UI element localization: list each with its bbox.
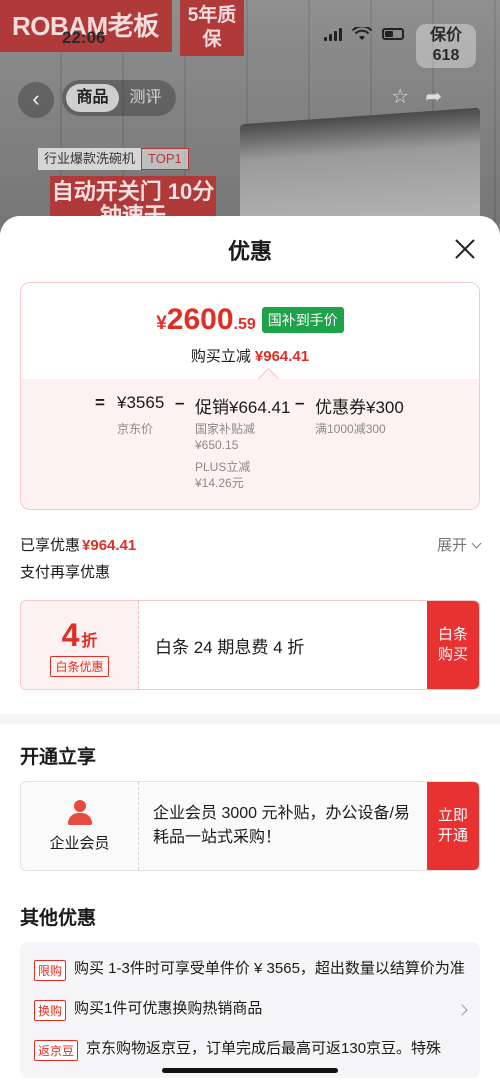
final-price-integer: 2600 (166, 303, 234, 336)
exchange-text: 购买1件可优惠换购热销商品 (74, 1000, 263, 1017)
baitiao-discount-number: 4 (61, 617, 80, 653)
pay-discount-title: 支付再享优惠 (0, 562, 500, 592)
other-discount-section: 其他优惠 限购 购买 1-3件时可享受单件价 ¥ 3565，超出数量以结算价为准… (0, 893, 500, 1083)
hot-tag: 行业爆款洗碗机 TOP1 (38, 148, 189, 170)
baitiao-description: 白条 24 期息费 4 折 (155, 637, 305, 657)
close-icon[interactable] (454, 238, 476, 260)
enterprise-vip-box: 企业会员 (21, 782, 139, 870)
status-time: 22:06 (62, 28, 106, 47)
final-price: ¥2600.59 (156, 303, 256, 337)
enterprise-vip-label: 企业会员 (49, 834, 110, 852)
plus-discount-value: ¥14.26元 (195, 476, 244, 490)
share-icon[interactable]: ➦ (425, 84, 442, 109)
other-discount-title: 其他优惠 (20, 908, 97, 929)
currency-symbol: ¥ (156, 313, 167, 334)
baitiao-discount: 4折 (21, 617, 138, 654)
list-item[interactable]: 换购 购买1件可优惠换购热销商品 (34, 990, 468, 1030)
section-divider (0, 714, 500, 724)
minus-sign: – (175, 393, 185, 412)
product-tabs: 商品 测评 (62, 80, 176, 116)
expand-label: 展开 (436, 536, 467, 554)
subsidy-badge: 国补到手价 (261, 307, 344, 333)
price-protect-label: 保价 (429, 27, 462, 44)
sheet-header: 优惠 (0, 216, 500, 282)
enterprise-vip-description: 企业会员 3000 元补贴，办公设备/易耗品一站式采购！ (153, 805, 410, 846)
jingdou-text: 京东购物返京豆，订单完成后最高可返130京豆。特殊 (86, 1040, 442, 1057)
enjoyed-label: 已享优惠 (20, 536, 81, 554)
baitiao-buy-button[interactable]: 白条购买 (427, 601, 479, 689)
hot-tag-label: 行业爆款洗碗机 (38, 148, 142, 170)
chevron-right-icon (456, 1004, 468, 1016)
open-now-button[interactable]: 立即开通 (427, 782, 479, 870)
limit-tag: 限购 (34, 960, 67, 981)
sheet-title: 优惠 (227, 239, 272, 264)
tab-product[interactable]: 商品 (66, 84, 119, 112)
chevron-down-icon (471, 538, 482, 548)
open-benefit-section: 开通立享 企业会员 企业会员 3000 元补贴，办公设备/易耗品一站式采购！ 立… (0, 724, 500, 893)
status-icons (324, 27, 404, 41)
final-price-line: ¥2600.59 国补到手价 (21, 303, 479, 337)
person-icon (67, 799, 93, 826)
final-price-area: ¥2600.59 国补到手价 购买立减 ¥964.41 (21, 283, 479, 379)
wifi-icon (352, 27, 372, 40)
jd-price: ¥3565 (117, 393, 165, 412)
baitiao-card[interactable]: 4折 白条优惠 白条 24 期息费 4 折 白条购买 (20, 600, 480, 690)
baitiao-tag: 白条优惠 (50, 656, 109, 677)
plus-discount-label: PLUS立减 (195, 460, 251, 474)
background-product-page: ROBAM老板 5年质保 22:06 保价 618 ‹ 商品 测评 ☆ ➦ 行业… (0, 0, 500, 240)
baitiao-discount-box: 4折 白条优惠 (21, 601, 139, 689)
exchange-tag: 换购 (34, 1000, 67, 1021)
back-arrow-icon[interactable]: ‹ (18, 82, 54, 118)
favorite-icon[interactable]: ☆ (391, 84, 409, 109)
discount-sheet: 优惠 ¥2600.59 国补到手价 购买立减 ¥964.41 = ¥3565 –… (0, 216, 500, 1083)
list-item: 限购 购买 1-3件时可享受单件价 ¥ 3565，超出数量以结算价为准 (34, 950, 466, 990)
jd-price-label: 京东价 (117, 422, 154, 436)
tab-review[interactable]: 测评 (119, 84, 172, 112)
national-subsidy-value: ¥650.15 (195, 438, 239, 452)
coupon-condition: 满1000减300 (315, 422, 386, 436)
header-actions: ☆ ➦ (391, 84, 442, 109)
battery-icon (382, 28, 404, 40)
price-section: ¥2600.59 国补到手价 购买立减 ¥964.41 = ¥3565 – 促销¥… (0, 282, 500, 526)
price-protect-value: 618 (432, 47, 460, 64)
enterprise-vip-card[interactable]: 企业会员 企业会员 3000 元补贴，办公设备/易耗品一站式采购！ 立即开通 (20, 781, 480, 871)
final-price-decimal: .59 (233, 316, 256, 333)
promo-amount: 促销¥664.41 (195, 398, 291, 417)
other-discount-list: 限购 购买 1-3件时可享受单件价 ¥ 3565，超出数量以结算价为准 换购 购… (20, 942, 480, 1078)
baitiao-section: 4折 白条优惠 白条 24 期息费 4 折 白条购买 (0, 592, 500, 714)
saved-line: 购买立减 ¥964.41 (21, 345, 479, 366)
equals-sign: = (95, 393, 105, 412)
saved-value: ¥964.41 (254, 348, 310, 365)
saved-label: 购买立减 (190, 348, 251, 365)
enjoyed-discount: 已享优惠 ¥964.41 (20, 534, 136, 555)
national-subsidy-label: 国家补贴减 (195, 422, 256, 436)
signal-icon (324, 27, 342, 41)
price-formula-area: = ¥3565 – 促销¥664.41 – 优惠券¥300 京东价 国家补贴减 … (21, 379, 479, 509)
enjoyed-value: ¥964.41 (82, 536, 137, 554)
list-item: 返京豆 京东购物返京豆，订单完成后最高可返130京豆。特殊 (34, 1030, 466, 1070)
limit-text: 购买 1-3件时可享受单件价 ¥ 3565，超出数量以结算价为准 (74, 960, 465, 977)
expand-button[interactable]: 展开 (436, 534, 482, 555)
coupon-amount: 优惠券¥300 (315, 398, 404, 417)
enjoyed-discount-row: 已享优惠 ¥964.41 展开 (0, 526, 500, 562)
minus-sign: – (295, 393, 305, 412)
jingdou-tag: 返京豆 (34, 1040, 79, 1061)
price-protect-badge[interactable]: 保价 618 (416, 24, 476, 68)
hot-tag-rank: TOP1 (141, 148, 189, 170)
open-benefit-title: 开通立享 (20, 747, 97, 768)
home-indicator (162, 1068, 338, 1073)
warranty-badge: 5年质保 (180, 0, 244, 56)
baitiao-discount-unit: 折 (81, 633, 98, 650)
price-breakdown-card: ¥2600.59 国补到手价 购买立减 ¥964.41 = ¥3565 – 促销¥… (20, 282, 480, 510)
